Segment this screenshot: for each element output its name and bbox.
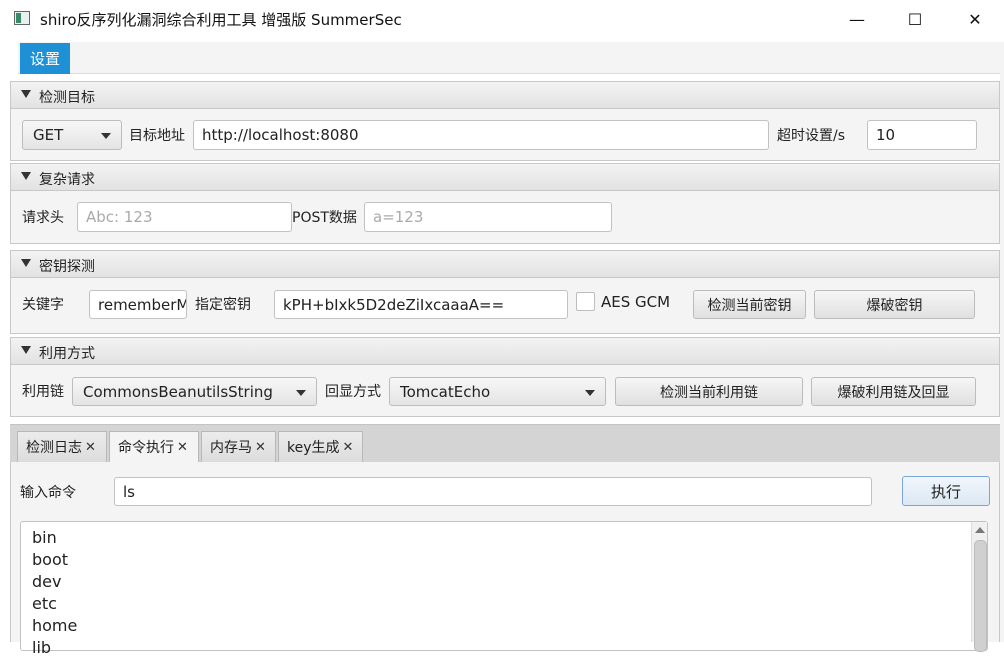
minimize-button[interactable]: — — [828, 0, 886, 38]
tab-label: 命令执行 — [118, 440, 174, 456]
app-icon — [14, 11, 30, 25]
method-select-value: GET — [33, 126, 64, 144]
chain-label: 利用链 — [22, 384, 64, 400]
close-icon[interactable]: ✕ — [177, 440, 188, 455]
timeout-input[interactable]: 10 — [867, 120, 977, 150]
chevron-down-icon — [585, 389, 595, 396]
tab-memshell[interactable]: 内存马 ✕ — [201, 431, 276, 462]
section-exploit-header[interactable]: 利用方式 — [10, 337, 1000, 365]
section-target-title: 检测目标 — [39, 90, 95, 106]
menu-bar — [18, 42, 1000, 74]
close-icon[interactable]: ✕ — [85, 440, 96, 455]
collapse-triangle-icon — [21, 346, 31, 354]
command-output[interactable]: bin boot dev etc home lib — [20, 521, 988, 657]
echo-label: 回显方式 — [325, 384, 381, 400]
maximize-button[interactable]: ☐ — [886, 0, 944, 38]
output-scrollbar[interactable] — [971, 522, 987, 652]
section-exploit-title: 利用方式 — [39, 346, 95, 362]
output-line: boot — [32, 550, 69, 569]
output-line: etc — [32, 594, 57, 613]
execute-button[interactable]: 执行 — [902, 476, 990, 506]
menu-settings[interactable]: 设置 — [20, 43, 70, 74]
echo-select-value: TomcatEcho — [400, 382, 491, 401]
post-data-label: POST数据 — [292, 210, 357, 226]
check-key-button[interactable]: 检测当前密钥 — [693, 290, 806, 319]
output-line: home — [32, 616, 78, 635]
headers-input[interactable]: Abc: 123 — [77, 202, 292, 232]
collapse-triangle-icon — [21, 90, 31, 98]
window-title: shiro反序列化漏洞综合利用工具 增强版 SummerSec — [40, 11, 402, 29]
chevron-down-icon — [101, 133, 111, 139]
close-window-button[interactable]: ✕ — [946, 0, 1004, 38]
post-data-input[interactable]: a=123 — [364, 202, 612, 232]
section-key-title: 密钥探测 — [39, 259, 95, 275]
tab-label: key生成 — [287, 440, 340, 456]
window-edge — [1000, 42, 1004, 642]
command-input[interactable]: ls — [114, 477, 872, 506]
output-line: bin — [32, 528, 57, 547]
tab-label: 内存马 — [210, 440, 252, 456]
output-line: dev — [32, 572, 62, 591]
brute-key-button[interactable]: 爆破密钥 — [814, 290, 975, 319]
command-label: 输入命令 — [20, 485, 76, 501]
check-chain-button[interactable]: 检测当前利用链 — [615, 377, 803, 406]
url-input[interactable]: http://localhost:8080 — [193, 120, 769, 150]
chevron-down-icon — [296, 389, 306, 396]
chain-select[interactable]: CommonsBeanutilsString — [72, 377, 317, 406]
url-label: 目标地址 — [129, 128, 185, 144]
echo-select[interactable]: TomcatEcho — [389, 377, 606, 406]
section-complex-title: 复杂请求 — [39, 172, 95, 188]
brute-chain-button[interactable]: 爆破利用链及回显 — [811, 377, 976, 406]
specify-key-label: 指定密钥 — [195, 297, 251, 313]
aes-gcm-checkbox[interactable] — [576, 292, 595, 311]
section-complex-header[interactable]: 复杂请求 — [10, 163, 1000, 191]
key-input[interactable]: kPH+bIxk5D2deZiIxcaaaA== — [274, 290, 568, 319]
collapse-triangle-icon — [21, 172, 31, 180]
tab-key-gen[interactable]: key生成 ✕ — [278, 431, 363, 462]
keyword-input[interactable]: rememberMe — [89, 290, 187, 319]
section-key-header[interactable]: 密钥探测 — [10, 250, 1000, 278]
aes-gcm-label: AES GCM — [601, 293, 671, 311]
chain-select-value: CommonsBeanutilsString — [83, 382, 273, 401]
tab-detect-log[interactable]: 检测日志 ✕ — [17, 431, 107, 462]
method-select[interactable]: GET — [22, 120, 122, 150]
scroll-thumb[interactable] — [974, 540, 987, 652]
scroll-up-icon[interactable] — [975, 527, 985, 533]
tab-command-exec[interactable]: 命令执行 ✕ — [109, 431, 199, 462]
output-line: lib — [32, 638, 52, 657]
timeout-label: 超时设置/s — [777, 128, 846, 144]
close-icon[interactable]: ✕ — [343, 440, 354, 455]
collapse-triangle-icon — [21, 259, 31, 267]
tab-label: 检测日志 — [26, 440, 82, 456]
keyword-label: 关键字 — [22, 297, 64, 313]
section-target-header[interactable]: 检测目标 — [10, 81, 1000, 109]
close-icon[interactable]: ✕ — [255, 440, 266, 455]
headers-label: 请求头 — [22, 210, 64, 226]
